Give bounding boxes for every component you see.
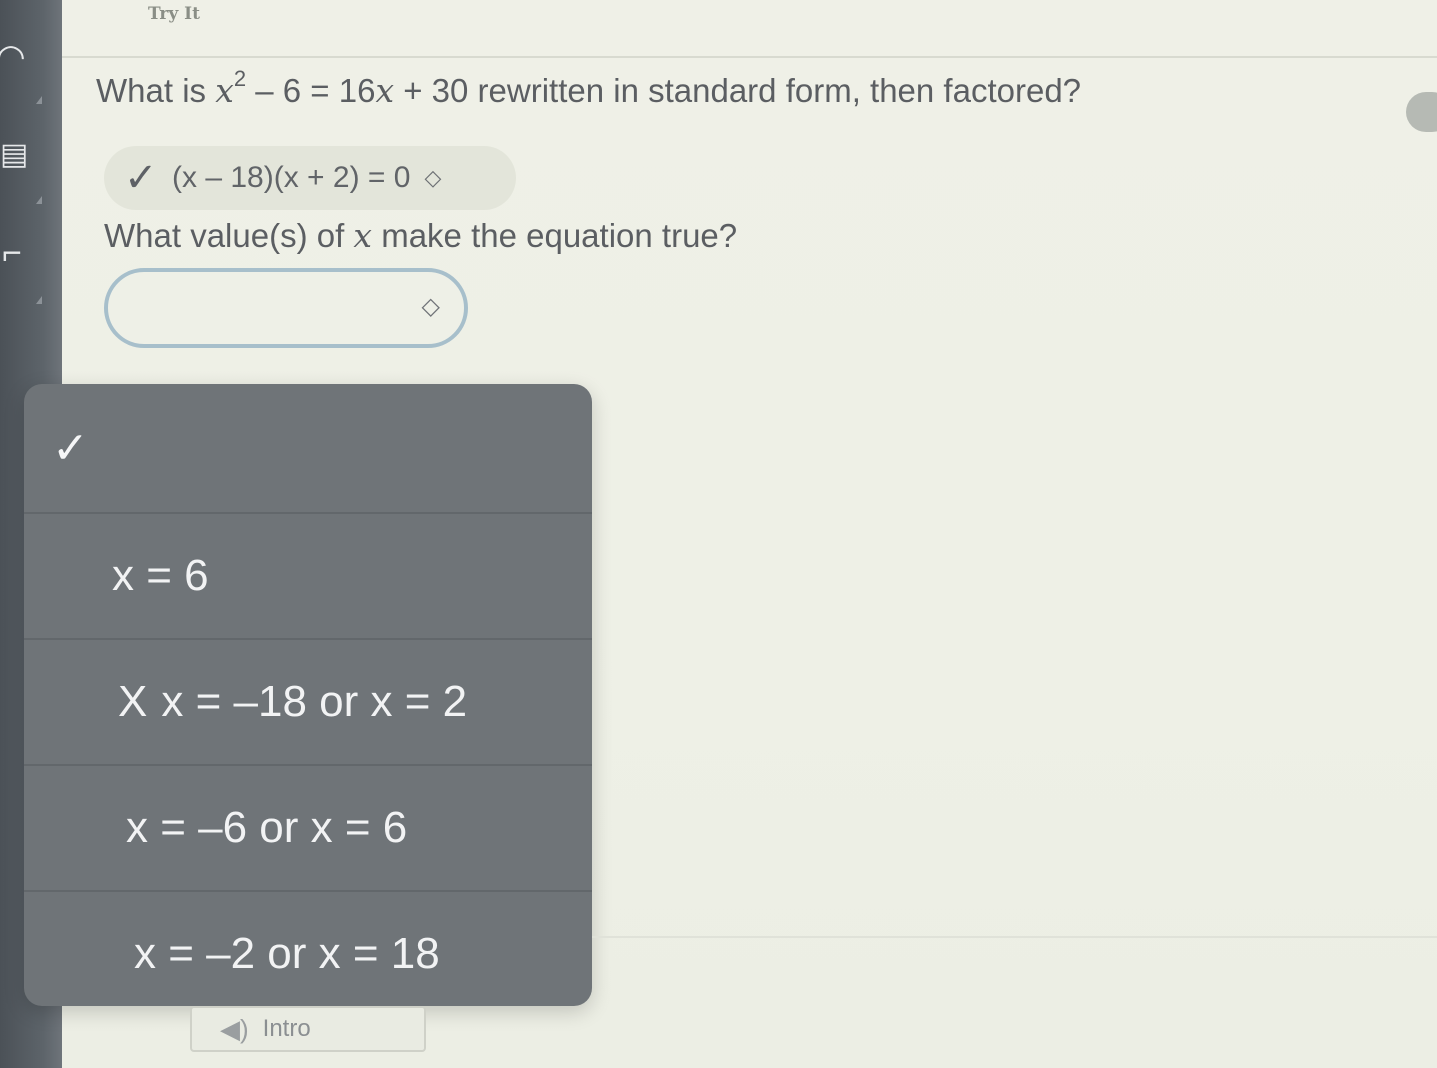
notepad-icon[interactable]: ▤ (0, 140, 28, 170)
x-mark-icon: X (118, 677, 148, 726)
q1-var: x (215, 71, 234, 110)
option-label: x = –18 or x = 2 (161, 677, 468, 726)
check-icon: ✓ (52, 423, 89, 473)
dropdown-option[interactable]: X x = –18 or x = 2 (24, 640, 592, 766)
q1-prefix: What is (96, 72, 216, 109)
q1-middle: – 6 = 16 (246, 72, 376, 109)
dropdown-option-blank[interactable]: ✓ (24, 384, 592, 514)
answer-2-dropdown-menu: ✓ x = 6 X x = –18 or x = 2 x = –6 or x =… (24, 384, 592, 1006)
footer-divider (592, 936, 1437, 938)
dropdown-option[interactable]: x = –6 or x = 6 (24, 766, 592, 892)
intro-button[interactable]: ◀) Intro (190, 1006, 426, 1052)
corner-marker-icon (36, 296, 42, 304)
option-label: x = 6 (112, 551, 209, 600)
try-it-tab[interactable]: Try It (148, 4, 200, 24)
speaker-icon: ◀) (220, 1013, 249, 1044)
question-1-text: What is x2 – 6 = 16x + 30 rewritten in s… (96, 66, 1082, 110)
q2-prefix: What value(s) of (104, 217, 354, 254)
corner-marker-icon (36, 96, 42, 104)
up-down-chevron-icon: ◇ (424, 165, 442, 190)
q1-var2: x (375, 71, 395, 110)
option-label: x = –2 or x = 18 (134, 929, 440, 978)
q1-suffix: + 30 rewritten in standard form, then fa… (394, 72, 1082, 109)
q1-exponent: 2 (233, 66, 247, 91)
q2-suffix: make the equation true? (372, 217, 738, 254)
answer-1-value: (x – 18)(x + 2) = 0 (172, 161, 411, 194)
answer-1-select[interactable]: ✓ (x – 18)(x + 2) = 0 ◇ (104, 146, 516, 210)
audio-icon[interactable]: ◠ (0, 40, 26, 74)
answer-2-select[interactable]: ◇ (104, 268, 468, 348)
dropdown-option[interactable]: x = 6 (24, 514, 592, 640)
check-icon: ✓ (124, 156, 158, 200)
corner-marker-icon (36, 196, 42, 204)
pen-icon[interactable]: ⌐ (2, 236, 22, 270)
up-down-chevron-icon: ◇ (421, 293, 440, 320)
question-2-text: What value(s) of x make the equation tru… (104, 216, 737, 255)
dropdown-option[interactable]: x = –2 or x = 18 (24, 892, 592, 1006)
header-divider (62, 56, 1437, 58)
q2-var: x (353, 216, 373, 255)
option-label: x = –6 or x = 6 (126, 803, 408, 852)
intro-label: Intro (262, 1015, 311, 1042)
